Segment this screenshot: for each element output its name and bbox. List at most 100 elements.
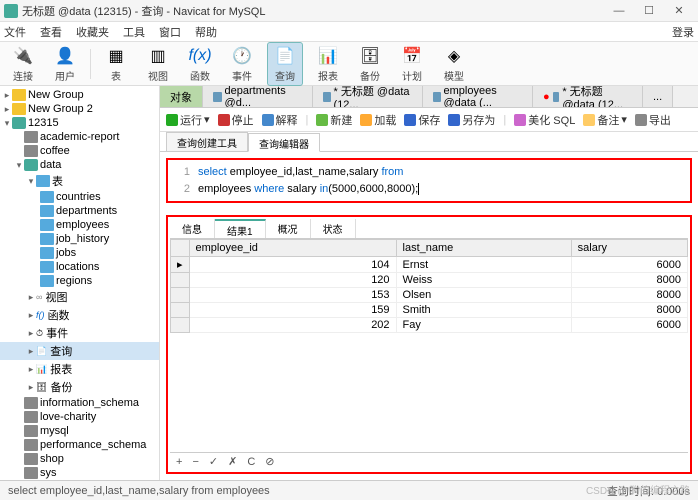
db-icon	[24, 411, 38, 423]
query-icon: 📄	[274, 45, 296, 67]
clock-icon: 🕐	[231, 45, 253, 67]
tab-more[interactable]: ...	[643, 86, 673, 107]
explain-icon	[262, 114, 274, 126]
connect-button[interactable]: 🔌连接	[6, 43, 40, 85]
tree-table[interactable]: locations	[0, 260, 159, 274]
model-button[interactable]: ◈模型	[437, 43, 471, 85]
calendar-icon: 📅	[401, 45, 423, 67]
tree-queries[interactable]: ▸📄 查询	[0, 342, 159, 360]
table-row[interactable]: ▸104Ernst6000	[171, 257, 688, 273]
tree-views[interactable]: ▸∞ 视图	[0, 288, 159, 306]
tree-db[interactable]: love-charity	[0, 410, 159, 424]
tree-group[interactable]: ▸New Group 2	[0, 102, 159, 116]
save-icon	[404, 114, 416, 126]
stop-button[interactable]: 停止	[218, 112, 254, 128]
tree-table[interactable]: jobs	[0, 246, 159, 260]
menu-help[interactable]: 帮助	[195, 24, 217, 40]
tree-db[interactable]: sys	[0, 466, 159, 480]
connection-tree[interactable]: ▸New Group ▸New Group 2 ▾12315 academic-…	[0, 86, 160, 480]
user-button[interactable]: 👤用户	[48, 43, 82, 85]
tree-tables[interactable]: ▾表	[0, 172, 159, 190]
subtab-builder[interactable]: 查询创建工具	[166, 132, 248, 151]
note-button[interactable]: 备注 ▾	[583, 112, 627, 128]
wand-icon	[514, 114, 526, 126]
tree-table[interactable]: countries	[0, 190, 159, 204]
col-header[interactable]: last_name	[396, 240, 571, 257]
commit-button[interactable]: ✓	[209, 455, 218, 468]
tab-query[interactable]: ●* 无标题 @data (12...	[533, 86, 643, 107]
tree-db[interactable]: shop	[0, 452, 159, 466]
tab-query[interactable]: employees @data (...	[423, 86, 533, 107]
refresh-button[interactable]: C	[247, 456, 255, 468]
load-icon	[360, 114, 372, 126]
cancel-button[interactable]: ✗	[228, 455, 237, 468]
backup-button[interactable]: 🗄备份	[353, 43, 387, 85]
close-button[interactable]: ✕	[664, 4, 694, 17]
tree-db[interactable]: information_schema	[0, 396, 159, 410]
tree-table[interactable]: regions	[0, 274, 159, 288]
col-header[interactable]: salary	[571, 240, 687, 257]
db-icon	[24, 453, 38, 465]
tree-events[interactable]: ▸⏱ 事件	[0, 324, 159, 342]
tree-table[interactable]: employees	[0, 218, 159, 232]
rtab-profile[interactable]: 概况	[266, 219, 311, 238]
tree-table[interactable]: job_history	[0, 232, 159, 246]
menu-window[interactable]: 窗口	[159, 24, 181, 40]
tab-query[interactable]: departments @d...	[203, 86, 313, 107]
new-button[interactable]: 新建	[316, 112, 352, 128]
minimize-button[interactable]: —	[604, 5, 634, 17]
report-button[interactable]: 📊报表	[311, 43, 345, 85]
view-button[interactable]: ▥视图	[141, 43, 175, 85]
menu-file[interactable]: 文件	[4, 24, 26, 40]
tree-db-data[interactable]: ▾data	[0, 158, 159, 172]
beautify-button[interactable]: 美化 SQL	[514, 112, 575, 128]
tree-db[interactable]: academic-report	[0, 130, 159, 144]
tab-objects[interactable]: 对象	[160, 86, 203, 107]
menu-favorites[interactable]: 收藏夹	[76, 24, 109, 40]
table-row[interactable]: 202Fay6000	[171, 318, 688, 333]
save-button[interactable]: 保存	[404, 112, 440, 128]
delete-row-button[interactable]: −	[192, 456, 198, 468]
database-icon	[12, 117, 26, 129]
tree-backups[interactable]: ▸🗄 备份	[0, 378, 159, 396]
saveas-button[interactable]: 另存为	[448, 112, 495, 128]
rtab-info[interactable]: 信息	[170, 219, 215, 238]
new-icon	[316, 114, 328, 126]
function-button[interactable]: f(x)函数	[183, 43, 217, 85]
table-row[interactable]: 159Smith8000	[171, 303, 688, 318]
tree-reports[interactable]: ▸📊 报表	[0, 360, 159, 378]
rtab-state[interactable]: 状态	[311, 219, 356, 238]
export-button[interactable]: 导出	[635, 112, 671, 128]
tree-table[interactable]: departments	[0, 204, 159, 218]
tree-db[interactable]: performance_schema	[0, 438, 159, 452]
add-row-button[interactable]: +	[176, 456, 182, 468]
table-row[interactable]: 120Weiss8000	[171, 273, 688, 288]
table-button[interactable]: ▦表	[99, 43, 133, 85]
editor-tabs: 对象 departments @d... * 无标题 @data (12... …	[160, 86, 698, 108]
results-table[interactable]: employee_id last_name salary ▸104Ernst60…	[170, 239, 688, 333]
event-button[interactable]: 🕐事件	[225, 43, 259, 85]
stop-refresh-button[interactable]: ⊘	[265, 455, 274, 468]
col-header[interactable]: employee_id	[189, 240, 396, 257]
tree-db[interactable]: mysql	[0, 424, 159, 438]
menu-tools[interactable]: 工具	[123, 24, 145, 40]
load-button[interactable]: 加载	[360, 112, 396, 128]
tab-query[interactable]: * 无标题 @data (12...	[313, 86, 423, 107]
maximize-button[interactable]: ☐	[634, 4, 664, 17]
explain-button[interactable]: 解释	[262, 112, 298, 128]
rtab-result[interactable]: 结果1	[215, 219, 266, 238]
login-link[interactable]: 登录	[672, 24, 694, 40]
table-row[interactable]: 153Olsen8000	[171, 288, 688, 303]
tree-functions[interactable]: ▸f() 函数	[0, 306, 159, 324]
tree-group[interactable]: ▸New Group	[0, 88, 159, 102]
run-button[interactable]: 运行 ▾	[166, 112, 210, 128]
plan-button[interactable]: 📅计划	[395, 43, 429, 85]
sql-editor[interactable]: 1select employee_id,last_name,salary fro…	[166, 158, 692, 203]
db-icon	[24, 467, 38, 479]
query-button[interactable]: 📄查询	[267, 42, 303, 86]
subtab-editor[interactable]: 查询编辑器	[248, 133, 320, 152]
tree-connection[interactable]: ▾12315	[0, 116, 159, 130]
tree-db[interactable]: coffee	[0, 144, 159, 158]
db-icon	[24, 439, 38, 451]
menu-view[interactable]: 查看	[40, 24, 62, 40]
